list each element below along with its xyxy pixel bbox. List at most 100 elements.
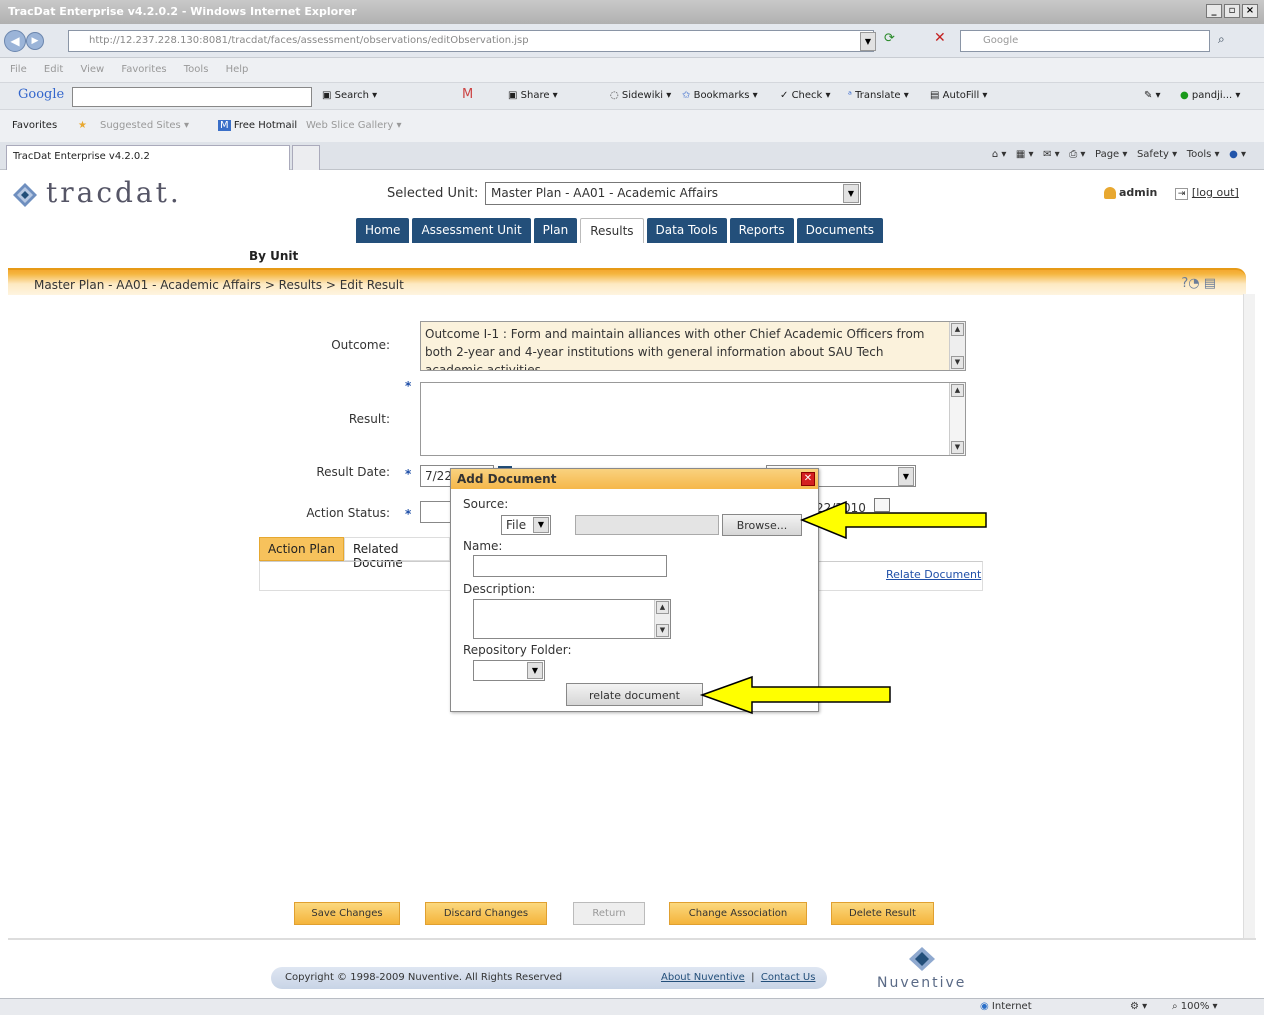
free-hotmail-link[interactable]: M Free Hotmail (218, 120, 297, 131)
close-icon[interactable]: ✕ (801, 472, 815, 486)
about-link[interactable]: About Nuventive (661, 972, 745, 983)
safety-menu[interactable]: Safety (1137, 149, 1169, 160)
address-bar[interactable]: http://12.237.228.130:8081/tracdat/faces… (68, 30, 874, 52)
zoom-control[interactable]: ⌕ 100% ▾ (1172, 1001, 1218, 1012)
return-button[interactable]: Return (573, 902, 645, 925)
google-sidewiki-button[interactable]: ◌ Sidewiki ▾ (610, 90, 671, 101)
gmail-icon[interactable]: M (462, 87, 473, 102)
suggested-sites-link[interactable]: Suggested Sites ▾ (100, 120, 189, 131)
google-bookmarks-button[interactable]: ✩ Bookmarks ▾ (682, 90, 758, 101)
tools-menu[interactable]: Tools (1187, 149, 1212, 160)
tab-reports[interactable]: Reports (729, 218, 794, 243)
maximize-button[interactable]: ▫ (1224, 4, 1240, 18)
close-window-button[interactable]: × (1242, 4, 1258, 18)
google-logo: Google (18, 87, 65, 102)
google-account-button[interactable]: ● pandji... ▾ (1180, 90, 1240, 101)
tab-documents[interactable]: Documents (796, 218, 884, 243)
relate-document-button[interactable]: relate document (566, 683, 703, 706)
browse-button[interactable]: Browse... (722, 514, 802, 536)
change-association-button[interactable]: Change Association (669, 902, 807, 925)
document-name-input[interactable] (473, 555, 667, 577)
menu-edit[interactable]: Edit (44, 64, 63, 75)
forward-icon[interactable]: ▶ (26, 32, 44, 50)
logout-icon[interactable]: ⇥ (1174, 188, 1189, 200)
scroll-down-icon[interactable]: ▼ (656, 624, 669, 637)
feeds-icon[interactable]: ▦ ▾ (1016, 149, 1034, 160)
chevron-down-icon[interactable]: ▼ (533, 517, 549, 533)
print-page-icon[interactable]: ▤ (1204, 276, 1216, 291)
menu-help[interactable]: Help (226, 64, 249, 75)
user-info: admin ⇥ [log out] (1104, 186, 1239, 200)
menu-view[interactable]: View (80, 64, 104, 75)
repository-folder-select[interactable]: ▼ (473, 660, 545, 681)
refresh-icon[interactable]: ⟳ (884, 31, 895, 46)
tracdat-logo[interactable]: tracdat. (12, 176, 182, 209)
address-url: http://12.237.228.130:8081/tracdat/faces… (89, 35, 529, 46)
delete-result-button[interactable]: Delete Result (831, 902, 934, 925)
discard-changes-button[interactable]: Discard Changes (425, 902, 547, 925)
description-textarea[interactable]: ▲ ▼ (473, 599, 671, 639)
contact-link[interactable]: Contact Us (761, 972, 816, 983)
dialog-title-bar[interactable]: Add Document ✕ (451, 469, 818, 489)
protected-mode-icon[interactable]: ⚙ ▾ (1130, 1001, 1147, 1012)
google-check-button[interactable]: ✓ Check ▾ (780, 90, 831, 101)
scroll-down-icon[interactable]: ▼ (951, 356, 964, 369)
web-slice-gallery-link[interactable]: Web Slice Gallery ▾ (306, 120, 402, 131)
result-textarea[interactable]: ▲ ▼ (420, 382, 966, 456)
tab-data-tools[interactable]: Data Tools (646, 218, 727, 243)
outcome-scrollbar[interactable]: ▲ ▼ (949, 322, 965, 370)
stop-icon[interactable]: ✕ (934, 30, 946, 46)
google-search-input[interactable] (72, 87, 312, 107)
wrench-icon[interactable]: ✎ ▾ (1144, 90, 1161, 101)
menu-tools[interactable]: Tools (184, 64, 209, 75)
favorites-button[interactable]: Favorites (12, 120, 57, 131)
search-box[interactable]: Google (960, 30, 1210, 52)
user-icon (1104, 187, 1116, 199)
relate-document-link[interactable]: Relate Document (886, 568, 981, 581)
address-dropdown-icon[interactable]: ▼ (860, 32, 876, 51)
print-icon[interactable]: ⎙ ▾ (1069, 149, 1085, 160)
google-translate-button[interactable]: ᵃ Translate ▾ (848, 90, 909, 101)
tab-action-plan[interactable]: Action Plan (259, 537, 344, 561)
outcome-field: Outcome I-1 : Form and maintain alliance… (420, 321, 966, 371)
file-path-input[interactable] (575, 515, 719, 535)
google-autofill-button[interactable]: ▤ AutoFill ▾ (930, 90, 987, 101)
mail-icon[interactable]: ✉ ▾ (1043, 149, 1060, 160)
description-label: Description: (463, 582, 536, 596)
browser-tab[interactable]: TracDat Enterprise v4.2.0.2 (6, 145, 290, 170)
back-icon[interactable]: ◀ (4, 30, 26, 52)
sub-nav-by-unit[interactable]: By Unit (249, 249, 298, 263)
home-icon[interactable]: ⌂ ▾ (992, 149, 1007, 160)
tab-home[interactable]: Home (356, 218, 410, 243)
tab-plan[interactable]: Plan (533, 218, 578, 243)
logout-link[interactable]: [log out] (1192, 186, 1239, 199)
save-changes-button[interactable]: Save Changes (294, 902, 400, 925)
tab-assessment-unit[interactable]: Assessment Unit (412, 218, 531, 243)
chevron-down-icon[interactable]: ▼ (898, 467, 914, 486)
scroll-up-icon[interactable]: ▲ (951, 384, 964, 397)
result-scrollbar[interactable]: ▲ ▼ (949, 383, 965, 455)
help-icon[interactable]: ● (1229, 149, 1238, 160)
menu-favorites[interactable]: Favorites (121, 64, 166, 75)
new-tab-button[interactable] (292, 145, 320, 170)
tab-related-documents[interactable]: Related Docume (343, 537, 450, 570)
search-icon[interactable]: ⌕ (1218, 32, 1225, 47)
google-share-button[interactable]: ▣ Share ▾ (508, 90, 558, 101)
minimize-button[interactable]: _ (1206, 4, 1222, 18)
menu-file[interactable]: File (10, 64, 27, 75)
add-favorite-icon[interactable]: ★ (78, 120, 87, 131)
scroll-down-icon[interactable]: ▼ (951, 441, 964, 454)
scroll-up-icon[interactable]: ▲ (656, 601, 669, 614)
copyright-text: Copyright © 1998-2009 Nuventive. All Rig… (285, 972, 563, 983)
page-menu[interactable]: Page (1095, 149, 1119, 160)
chevron-down-icon[interactable]: ▼ (843, 184, 859, 203)
description-scrollbar[interactable]: ▲ ▼ (654, 600, 670, 638)
help-question-icon[interactable]: ?◔ (1181, 276, 1199, 291)
selected-unit-select[interactable]: Master Plan - AA01 - Academic Affairs ▼ (485, 182, 861, 205)
source-select[interactable]: File ▼ (501, 515, 551, 535)
google-search-button[interactable]: ▣ Search ▾ (322, 90, 377, 101)
chevron-down-icon[interactable]: ▼ (527, 662, 543, 679)
tab-results[interactable]: Results (580, 218, 644, 243)
scroll-up-icon[interactable]: ▲ (951, 323, 964, 336)
annotation-arrow-relate (699, 675, 891, 715)
